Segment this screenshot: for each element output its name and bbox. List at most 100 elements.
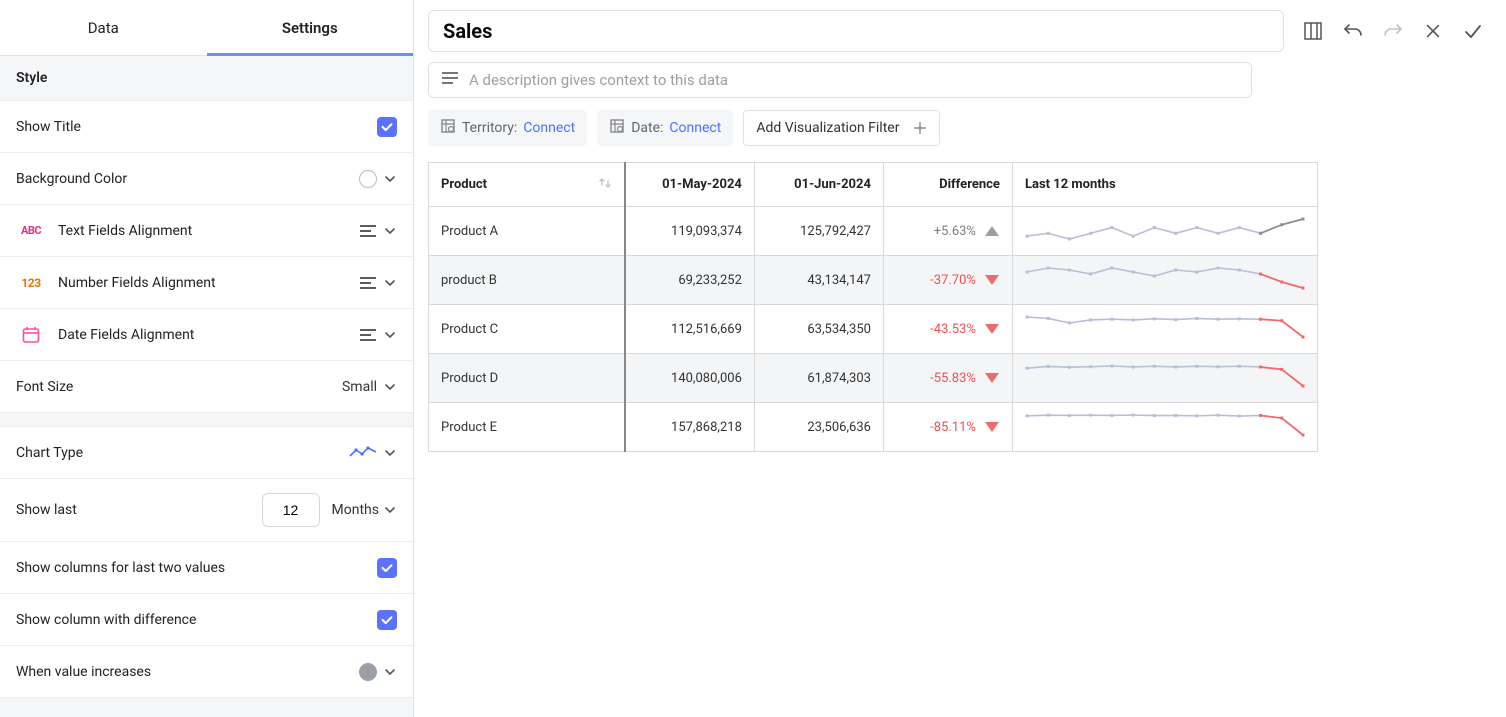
tab-data[interactable]: Data xyxy=(0,0,207,55)
sidebar-tabs: Data Settings xyxy=(0,0,413,56)
show-difference-checkbox[interactable] xyxy=(377,610,397,630)
triangle-up-icon xyxy=(984,224,1000,238)
font-size-label: Font Size xyxy=(16,379,73,395)
paragraph-icon xyxy=(441,71,459,89)
color-swatch-grey xyxy=(359,663,377,681)
add-filter-label: Add Visualization Filter xyxy=(756,120,899,136)
row-text-align: ABC Text Fields Alignment xyxy=(0,205,413,257)
grid-icon xyxy=(1303,21,1323,41)
date-align-select[interactable] xyxy=(359,328,397,342)
cell-product: product B xyxy=(429,256,626,305)
cell-difference: +5.63% xyxy=(883,207,1012,256)
header-row: Sales xyxy=(428,10,1492,52)
grid-view-button[interactable] xyxy=(1302,20,1324,42)
filter-date-label: Date: xyxy=(631,120,663,136)
cell-date1: 157,868,218 xyxy=(625,403,754,452)
plus-icon xyxy=(909,117,931,139)
table-row: Product A119,093,374125,792,427+5.63% xyxy=(429,207,1318,256)
col-date1-header[interactable]: 01-May-2024 xyxy=(625,163,754,207)
number-align-label: Number Fields Alignment xyxy=(58,275,216,291)
check-icon xyxy=(380,613,394,627)
chevron-down-icon xyxy=(383,172,397,186)
settings-sidebar: Data Settings Style Show Title Backgroun… xyxy=(0,0,414,717)
cell-difference: -43.53% xyxy=(883,305,1012,354)
color-swatch-white xyxy=(359,170,377,188)
filter-icon xyxy=(440,118,456,138)
cell-sparkline xyxy=(1012,403,1317,452)
chevron-down-icon xyxy=(383,446,397,460)
cell-product: Product E xyxy=(429,403,626,452)
table-row: Product D140,080,00661,874,303-55.83% xyxy=(429,354,1318,403)
font-size-select[interactable]: Small xyxy=(342,379,397,395)
undo-button[interactable] xyxy=(1342,20,1364,42)
redo-button[interactable] xyxy=(1382,20,1404,42)
show-difference-label: Show column with difference xyxy=(16,612,196,628)
chevron-down-icon xyxy=(383,665,397,679)
sort-icon[interactable] xyxy=(598,176,612,194)
visualization-title-input[interactable]: Sales xyxy=(428,10,1284,52)
row-date-align: Date Fields Alignment xyxy=(0,309,413,361)
table-row: product B69,233,25243,134,147-37.70% xyxy=(429,256,1318,305)
description-placeholder: A description gives context to this data xyxy=(469,71,728,89)
align-left-icon xyxy=(359,328,377,342)
add-filter-button[interactable]: Add Visualization Filter xyxy=(743,110,940,146)
background-color-picker[interactable] xyxy=(359,170,397,188)
triangle-down-icon xyxy=(984,273,1000,287)
show-last-two-label: Show columns for last two values xyxy=(16,560,225,576)
text-align-label: Text Fields Alignment xyxy=(58,223,192,239)
filter-date-connect-link[interactable]: Connect xyxy=(669,120,721,136)
description-input[interactable]: A description gives context to this data xyxy=(428,62,1252,98)
row-font-size: Font Size Small xyxy=(0,361,413,413)
difference-value: +5.63% xyxy=(934,224,976,239)
row-number-align: 123 Number Fields Alignment xyxy=(0,257,413,309)
redo-icon xyxy=(1383,21,1403,41)
toolbar xyxy=(1294,20,1492,42)
date-align-label: Date Fields Alignment xyxy=(58,327,194,343)
show-last-input[interactable] xyxy=(262,493,320,527)
show-last-label: Show last xyxy=(16,502,77,518)
show-last-unit-select[interactable]: Months xyxy=(332,502,397,518)
filters-row: Territory: Connect Date: Connect Add Vis… xyxy=(428,110,1492,146)
show-title-checkbox[interactable] xyxy=(377,117,397,137)
sparkline-chart xyxy=(1025,315,1305,339)
number-type-icon: 123 xyxy=(21,276,40,290)
cell-date2: 43,134,147 xyxy=(754,256,883,305)
cell-date1: 69,233,252 xyxy=(625,256,754,305)
chevron-down-icon xyxy=(383,224,397,238)
cell-date2: 23,506,636 xyxy=(754,403,883,452)
chevron-down-icon xyxy=(383,503,397,517)
sparkline-icon xyxy=(349,446,377,460)
show-last-two-checkbox[interactable] xyxy=(377,558,397,578)
cell-date2: 63,534,350 xyxy=(754,305,883,354)
when-increases-label: When value increases xyxy=(16,664,151,680)
chevron-down-icon xyxy=(383,328,397,342)
col-product-header[interactable]: Product xyxy=(441,177,487,192)
confirm-button[interactable] xyxy=(1462,20,1484,42)
filter-territory: Territory: Connect xyxy=(428,110,587,146)
data-table-body: Product A119,093,374125,792,427+5.63%pro… xyxy=(429,207,1318,452)
filter-territory-connect-link[interactable]: Connect xyxy=(523,120,575,136)
difference-value: -43.53% xyxy=(930,322,976,337)
check-icon xyxy=(380,120,394,134)
cell-date1: 112,516,669 xyxy=(625,305,754,354)
text-align-select[interactable] xyxy=(359,224,397,238)
when-increases-color-select[interactable] xyxy=(359,663,397,681)
col-diff-header[interactable]: Difference xyxy=(883,163,1012,207)
chart-type-select[interactable] xyxy=(349,446,397,460)
col-last12-header[interactable]: Last 12 months xyxy=(1012,163,1317,207)
cell-difference: -55.83% xyxy=(883,354,1012,403)
chevron-down-icon xyxy=(383,276,397,290)
tab-settings[interactable]: Settings xyxy=(207,0,414,55)
row-show-difference: Show column with difference xyxy=(0,594,413,646)
row-show-last-two: Show columns for last two values xyxy=(0,542,413,594)
filter-territory-label: Territory: xyxy=(462,120,517,136)
col-date2-header[interactable]: 01-Jun-2024 xyxy=(754,163,883,207)
background-color-label: Background Color xyxy=(16,171,127,187)
sparkline-chart xyxy=(1025,217,1305,241)
close-button[interactable] xyxy=(1422,20,1444,42)
cell-sparkline xyxy=(1012,207,1317,256)
show-last-unit-value: Months xyxy=(332,502,379,518)
close-icon xyxy=(1424,22,1442,40)
number-align-select[interactable] xyxy=(359,276,397,290)
calendar-icon xyxy=(16,325,46,345)
